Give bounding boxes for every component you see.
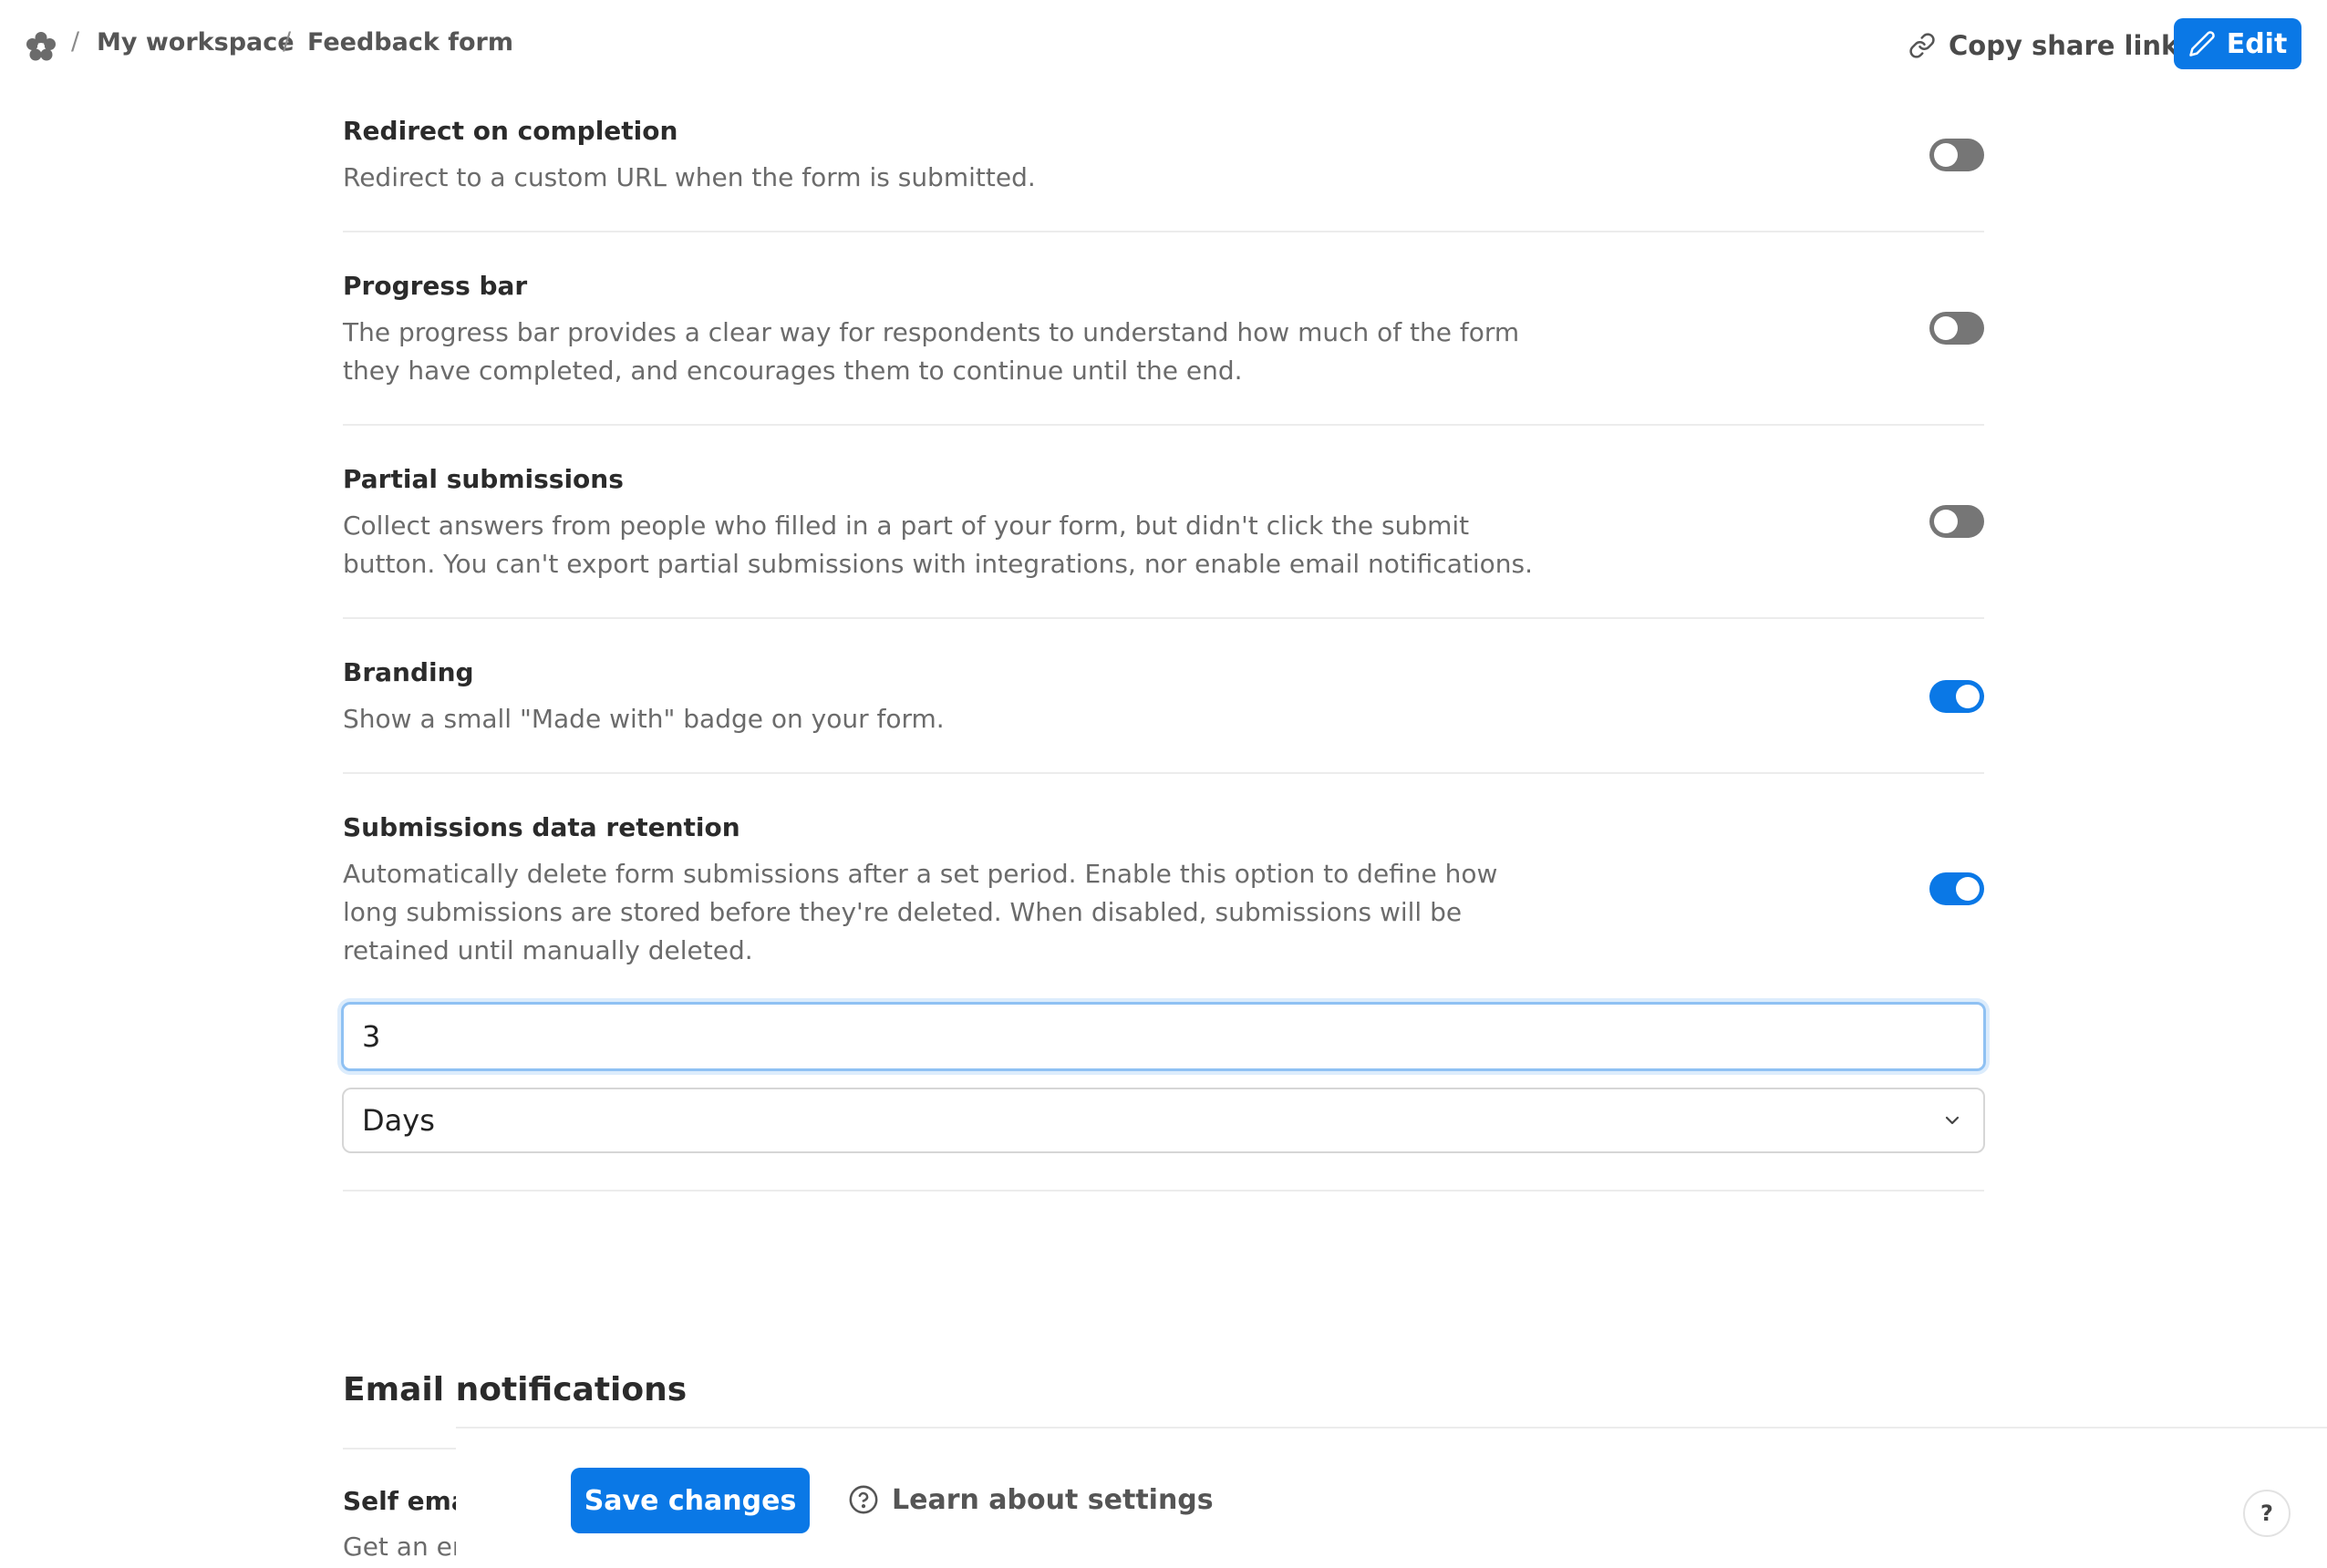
setting-progress-bar: Progress bar The progress bar provides a… bbox=[343, 270, 1984, 390]
data-retention-toggle[interactable] bbox=[1929, 872, 1984, 905]
breadcrumb-separator: / bbox=[283, 27, 292, 56]
pencil-icon bbox=[2188, 31, 2215, 57]
retention-unit-value: Days bbox=[362, 1103, 435, 1138]
setting-description: Collect answers from people who filled i… bbox=[343, 511, 1533, 579]
workspace-logo-icon[interactable] bbox=[26, 31, 57, 62]
setting-description: Automatically delete form submissions af… bbox=[343, 859, 1498, 965]
setting-partial-submissions: Partial submissions Collect answers from… bbox=[343, 463, 1984, 583]
breadcrumb-separator: / bbox=[71, 27, 80, 56]
setting-branding: Branding Show a small "Made with" badge … bbox=[343, 656, 1984, 738]
self-email-title: Self emai bbox=[343, 1486, 456, 1516]
toggle-knob bbox=[1934, 510, 1958, 533]
page: / My workspace / Feedback form Copy shar… bbox=[0, 0, 2327, 1568]
divider bbox=[343, 424, 1984, 426]
toggle-knob bbox=[1934, 316, 1958, 340]
email-notifications-heading: Email notifications bbox=[343, 1371, 688, 1408]
divider bbox=[343, 231, 1984, 232]
top-bar: / My workspace / Feedback form Copy shar… bbox=[0, 0, 2327, 91]
setting-description: Redirect to a custom URL when the form i… bbox=[343, 162, 1036, 192]
setting-description: Show a small "Made with" badge on your f… bbox=[343, 704, 945, 734]
toggle-knob bbox=[1956, 685, 1980, 708]
link-icon bbox=[1909, 33, 1935, 58]
learn-about-settings-label: Learn about settings bbox=[892, 1483, 1214, 1516]
breadcrumb-form[interactable]: Feedback form bbox=[307, 28, 513, 57]
breadcrumb-workspace[interactable]: My workspace bbox=[97, 28, 295, 57]
partial-submissions-toggle[interactable] bbox=[1929, 505, 1984, 538]
redirect-toggle[interactable] bbox=[1929, 139, 1984, 171]
help-circle-icon bbox=[849, 1485, 878, 1514]
setting-redirect-on-completion: Redirect on completion Redirect to a cus… bbox=[343, 115, 1984, 197]
copy-share-link-button[interactable]: Copy share link bbox=[1908, 27, 2178, 64]
retention-period-input[interactable]: 3 bbox=[341, 1002, 1986, 1071]
learn-about-settings-link[interactable]: Learn about settings bbox=[848, 1480, 1214, 1520]
divider bbox=[343, 617, 1984, 619]
retention-unit-select[interactable]: Days bbox=[342, 1088, 1985, 1153]
copy-share-link-label: Copy share link bbox=[1949, 30, 2179, 61]
setting-title: Submissions data retention bbox=[343, 812, 740, 842]
divider bbox=[343, 1448, 456, 1449]
setting-title: Partial submissions bbox=[343, 464, 624, 494]
branding-toggle[interactable] bbox=[1929, 680, 1984, 713]
setting-title: Redirect on completion bbox=[343, 116, 678, 146]
toggle-knob bbox=[1934, 143, 1958, 167]
chevron-down-icon bbox=[1945, 1116, 1960, 1125]
bottom-action-bar: Save changes Learn about settings bbox=[456, 1427, 2327, 1568]
setting-description: The progress bar provides a clear way fo… bbox=[343, 317, 1520, 386]
help-button[interactable]: ? bbox=[2243, 1490, 2291, 1537]
toggle-knob bbox=[1956, 877, 1980, 901]
setting-data-retention: Submissions data retention Automatically… bbox=[343, 811, 1984, 970]
divider bbox=[343, 772, 1984, 774]
edit-label: Edit bbox=[2226, 27, 2288, 60]
save-changes-button[interactable]: Save changes bbox=[571, 1468, 810, 1533]
self-email-description: Get an en bbox=[343, 1532, 456, 1562]
setting-title: Branding bbox=[343, 657, 474, 687]
setting-title: Progress bar bbox=[343, 271, 528, 301]
edit-button[interactable]: Edit bbox=[2174, 18, 2301, 69]
divider bbox=[343, 1190, 1984, 1191]
progress-bar-toggle[interactable] bbox=[1929, 312, 1984, 345]
